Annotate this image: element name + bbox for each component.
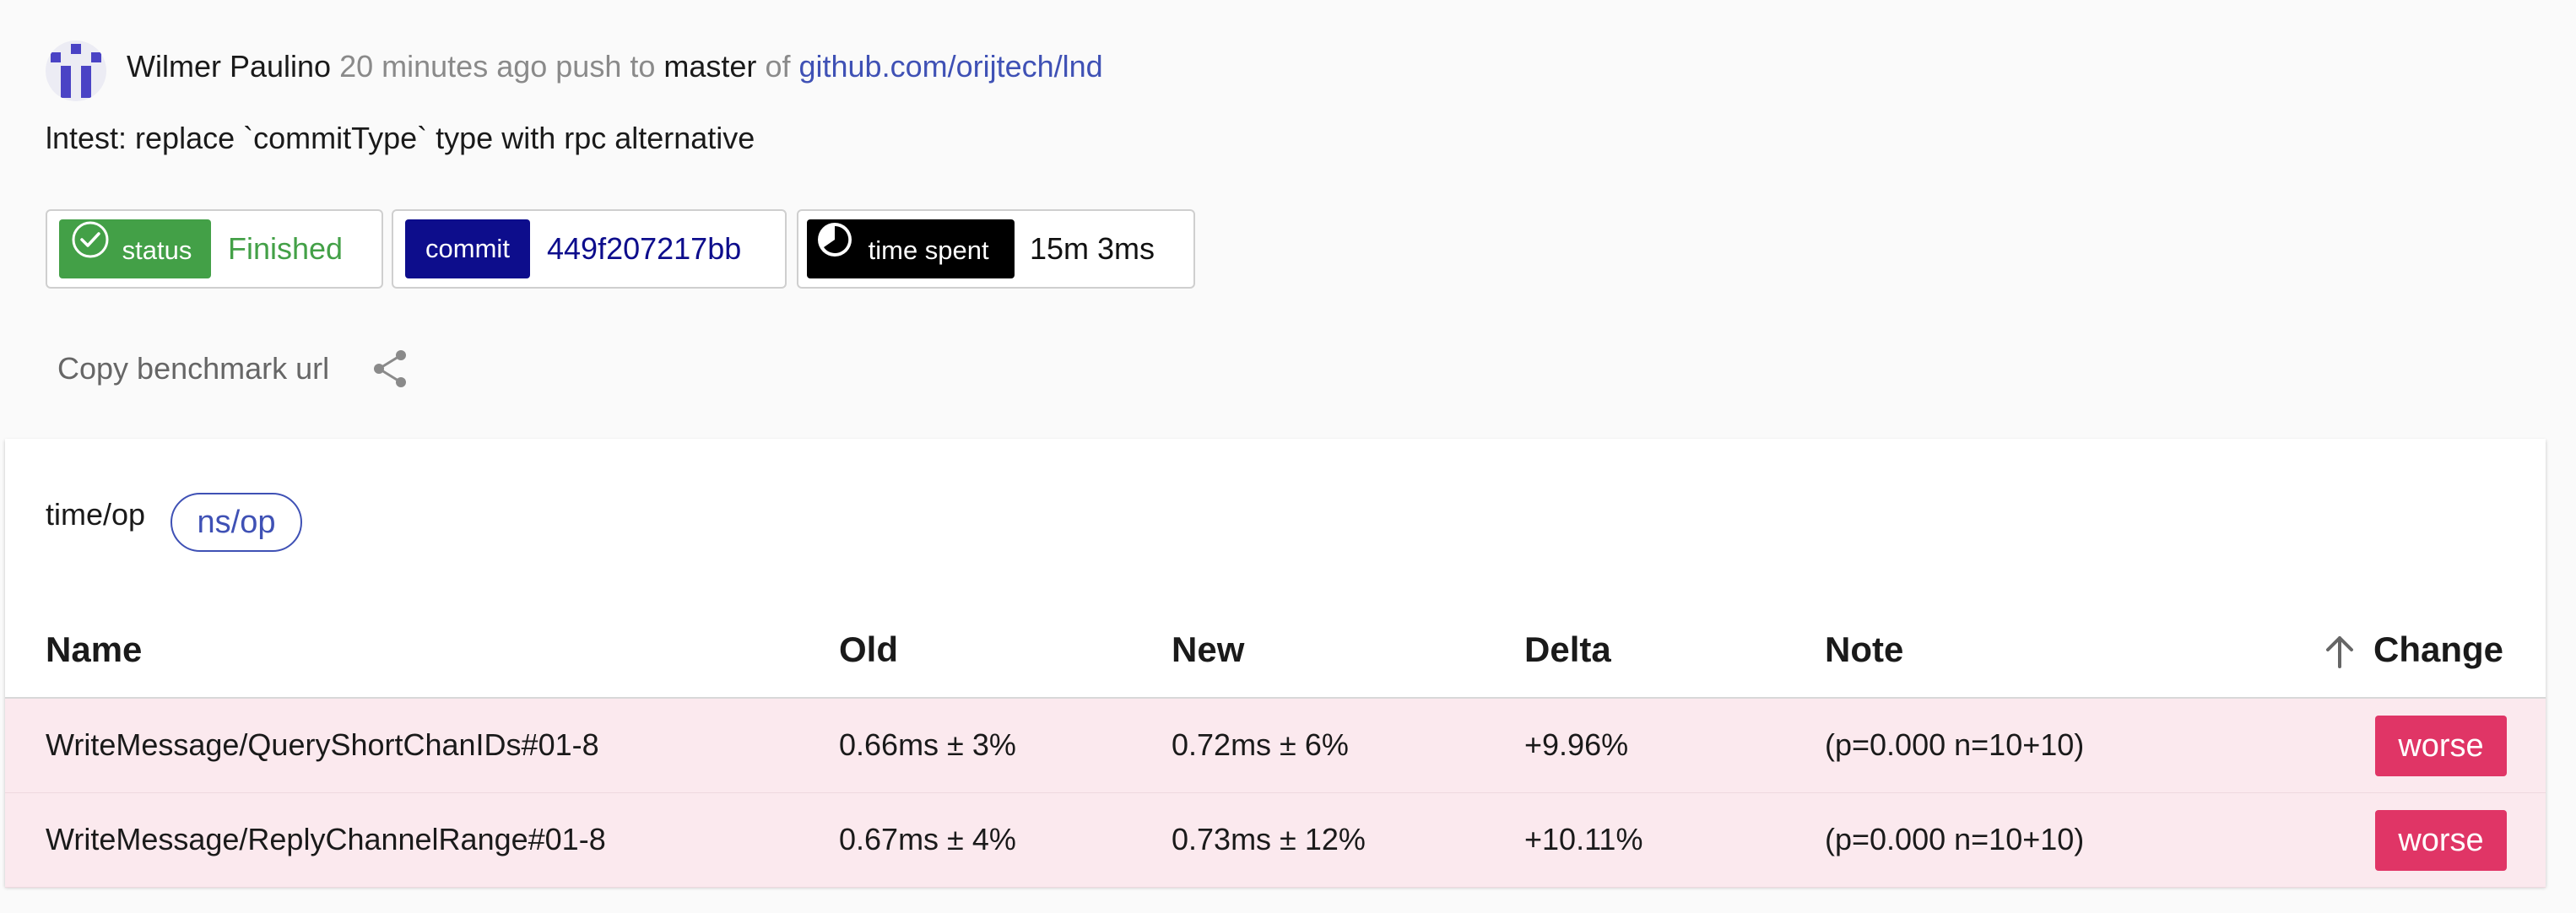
commit-chip-label: commit xyxy=(405,219,530,278)
time-spent-value: 15m 3ms xyxy=(1030,231,1155,266)
cell-old: 0.67ms ± 4% xyxy=(839,822,1016,856)
of-word: of xyxy=(765,49,791,84)
column-delta[interactable]: Delta xyxy=(1524,626,1611,673)
table-row: WriteMessage/QueryShortChanIDs#01-8 0.66… xyxy=(5,699,2546,793)
cell-note: (p=0.000 n=10+10) xyxy=(1825,727,2085,762)
column-new[interactable]: New xyxy=(1172,626,1244,673)
cell-new: 0.73ms ± 12% xyxy=(1172,822,1366,856)
cell-name: WriteMessage/ReplyChannelRange#01-8 xyxy=(46,822,606,856)
column-note[interactable]: Note xyxy=(1825,626,1903,673)
unit-toggle-ns-op[interactable]: ns/op xyxy=(170,493,302,552)
cell-delta: +9.96% xyxy=(1524,727,1629,762)
status-chip: status Finished xyxy=(46,209,383,289)
column-change[interactable]: Change xyxy=(2373,626,2503,673)
time-chip-label: time spent xyxy=(807,219,1015,278)
metric-label: time/op xyxy=(46,497,146,532)
status-value: Finished xyxy=(228,231,344,266)
cell-note: (p=0.000 n=10+10) xyxy=(1825,822,2085,856)
results-card: time/op ns/op Name Old New Delta Note Ch… xyxy=(5,439,2546,888)
cell-name: WriteMessage/QueryShortChanIDs#01-8 xyxy=(46,727,599,762)
time-spent-chip: time spent 15m 3ms xyxy=(797,209,1195,289)
column-name[interactable]: Name xyxy=(46,626,142,673)
clock-icon xyxy=(815,220,854,280)
time-ago: 20 minutes ago xyxy=(339,49,548,84)
avatar[interactable] xyxy=(46,41,106,101)
column-old[interactable]: Old xyxy=(839,626,898,673)
check-circle-icon xyxy=(71,220,110,280)
copy-benchmark-url[interactable]: Copy benchmark url xyxy=(57,346,329,392)
commit-byline: Wilmer Paulino 20 minutes ago push to ma… xyxy=(127,44,1103,89)
cell-delta: +10.11% xyxy=(1524,822,1643,856)
change-badge-worse: worse xyxy=(2375,716,2507,776)
change-badge-worse: worse xyxy=(2375,810,2507,871)
table-row: WriteMessage/ReplyChannelRange#01-8 0.67… xyxy=(5,793,2546,888)
commit-hash[interactable]: 449f207217bb xyxy=(547,211,741,287)
commit-chip[interactable]: commit 449f207217bb xyxy=(392,209,787,289)
status-chip-label: status xyxy=(59,219,211,278)
repo-link[interactable]: github.com/orijtech/lnd xyxy=(798,49,1102,84)
branch-name: master xyxy=(663,49,757,84)
author-name: Wilmer Paulino xyxy=(127,49,332,84)
cell-new: 0.72ms ± 6% xyxy=(1172,727,1349,762)
arrow-up-icon[interactable] xyxy=(2323,633,2357,674)
share-icon[interactable] xyxy=(370,348,412,394)
benchmark-header: Wilmer Paulino 20 minutes ago push to ma… xyxy=(0,0,2576,439)
cell-old: 0.66ms ± 3% xyxy=(839,727,1016,762)
commit-message: lntest: replace `commitType` type with r… xyxy=(46,121,755,155)
push-word: push to xyxy=(555,49,656,84)
